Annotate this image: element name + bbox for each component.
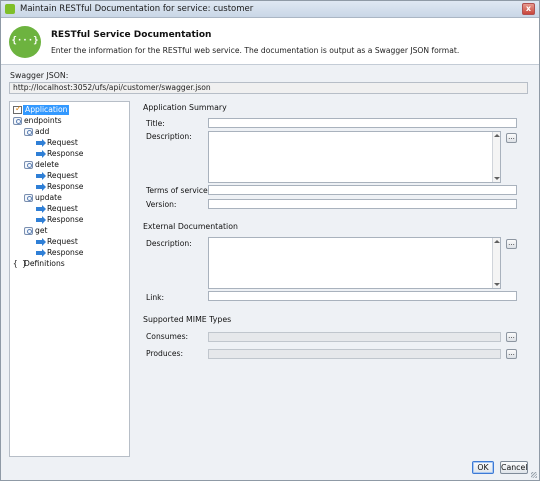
swagger-logo-text: {···} [11, 36, 39, 46]
dialog-header: {···} RESTful Service Documentation Ente… [1, 18, 539, 65]
tree-item-label: Request [47, 171, 78, 180]
title-input[interactable] [208, 118, 517, 128]
external-description-textarea[interactable] [208, 237, 501, 289]
terms-of-service-label: Terms of service: [146, 186, 211, 195]
resize-grip-icon[interactable] [531, 472, 537, 478]
tree-item-label: Response [47, 182, 84, 191]
application-form: Application Summary Title: Description: … [132, 101, 528, 457]
title-label: Title: [146, 119, 165, 128]
arrow-right-icon [36, 238, 46, 246]
edit-check-icon [13, 104, 22, 114]
arrow-right-icon [36, 150, 46, 158]
endpoint-icon [24, 194, 33, 202]
tree-item-label: Request [47, 204, 78, 213]
arrow-right-icon [36, 139, 46, 147]
swagger-json-url-field[interactable]: http://localhost:3052/ufs/api/customer/s… [9, 82, 528, 94]
section-application-summary: Application Summary [143, 103, 227, 112]
tree-item-label: get [35, 226, 48, 235]
tree-item-label: Request [47, 237, 78, 246]
braces-icon: { } [13, 259, 27, 268]
external-description-label: Description: [146, 239, 192, 248]
tree-item-label: Application [23, 105, 70, 115]
endpoint-icon [13, 117, 22, 125]
arrow-right-icon [36, 172, 46, 180]
version-label: Version: [146, 200, 177, 209]
external-description-edit-button[interactable]: ... [506, 239, 517, 249]
description-textarea[interactable] [208, 131, 501, 183]
scroll-down-icon[interactable] [494, 283, 500, 286]
section-supported-mime-types: Supported MIME Types [143, 315, 232, 324]
produces-label: Produces: [146, 349, 184, 358]
scroll-down-icon[interactable] [494, 177, 500, 180]
swagger-json-label: Swagger JSON: [10, 71, 69, 80]
description-edit-button[interactable]: ... [506, 133, 517, 143]
consumes-input [208, 332, 501, 342]
tree-item-label: add [35, 127, 50, 136]
tree-item-label: Request [47, 138, 78, 147]
tree-item-label: Response [47, 215, 84, 224]
scroll-up-icon[interactable] [494, 240, 500, 243]
link-input[interactable] [208, 291, 517, 301]
scroll-up-icon[interactable] [494, 134, 500, 137]
consumes-label: Consumes: [146, 332, 189, 341]
section-external-documentation: External Documentation [143, 222, 238, 231]
tree-item-label: delete [35, 160, 59, 169]
tree-item-label: Response [47, 248, 84, 257]
link-label: Link: [146, 293, 165, 302]
description-label: Description: [146, 132, 192, 141]
header-title: RESTful Service Documentation [51, 30, 212, 40]
tree-item-label: update [35, 193, 62, 202]
consumes-edit-button[interactable]: ... [506, 332, 517, 342]
external-description-scrollbar[interactable] [492, 238, 500, 288]
swagger-logo-icon: {···} [9, 26, 41, 58]
produces-input [208, 349, 501, 359]
dialog-window: Maintain RESTful Documentation for servi… [0, 0, 540, 481]
tree-item-label: Response [47, 149, 84, 158]
terms-of-service-input[interactable] [208, 185, 517, 195]
arrow-right-icon [36, 205, 46, 213]
tree-item-label: endpoints [24, 116, 62, 125]
arrow-right-icon [36, 249, 46, 257]
cancel-button[interactable]: Cancel [500, 461, 528, 474]
produces-edit-button[interactable]: ... [506, 349, 517, 359]
window-title: Maintain RESTful Documentation for servi… [20, 4, 254, 14]
endpoint-icon [24, 128, 33, 136]
version-input[interactable] [208, 199, 517, 209]
endpoint-icon [24, 161, 33, 169]
endpoint-icon [24, 227, 33, 235]
navigation-tree: Application endpoints add Request Respon… [9, 101, 130, 457]
ok-button[interactable]: OK [472, 461, 494, 474]
close-button[interactable]: x [522, 3, 535, 15]
tree-item-label: Definitions [24, 259, 65, 268]
description-scrollbar[interactable] [492, 132, 500, 182]
arrow-right-icon [36, 183, 46, 191]
arrow-right-icon [36, 216, 46, 224]
app-icon [5, 4, 15, 14]
header-description: Enter the information for the RESTful we… [51, 46, 460, 55]
title-bar[interactable]: Maintain RESTful Documentation for servi… [1, 1, 539, 18]
